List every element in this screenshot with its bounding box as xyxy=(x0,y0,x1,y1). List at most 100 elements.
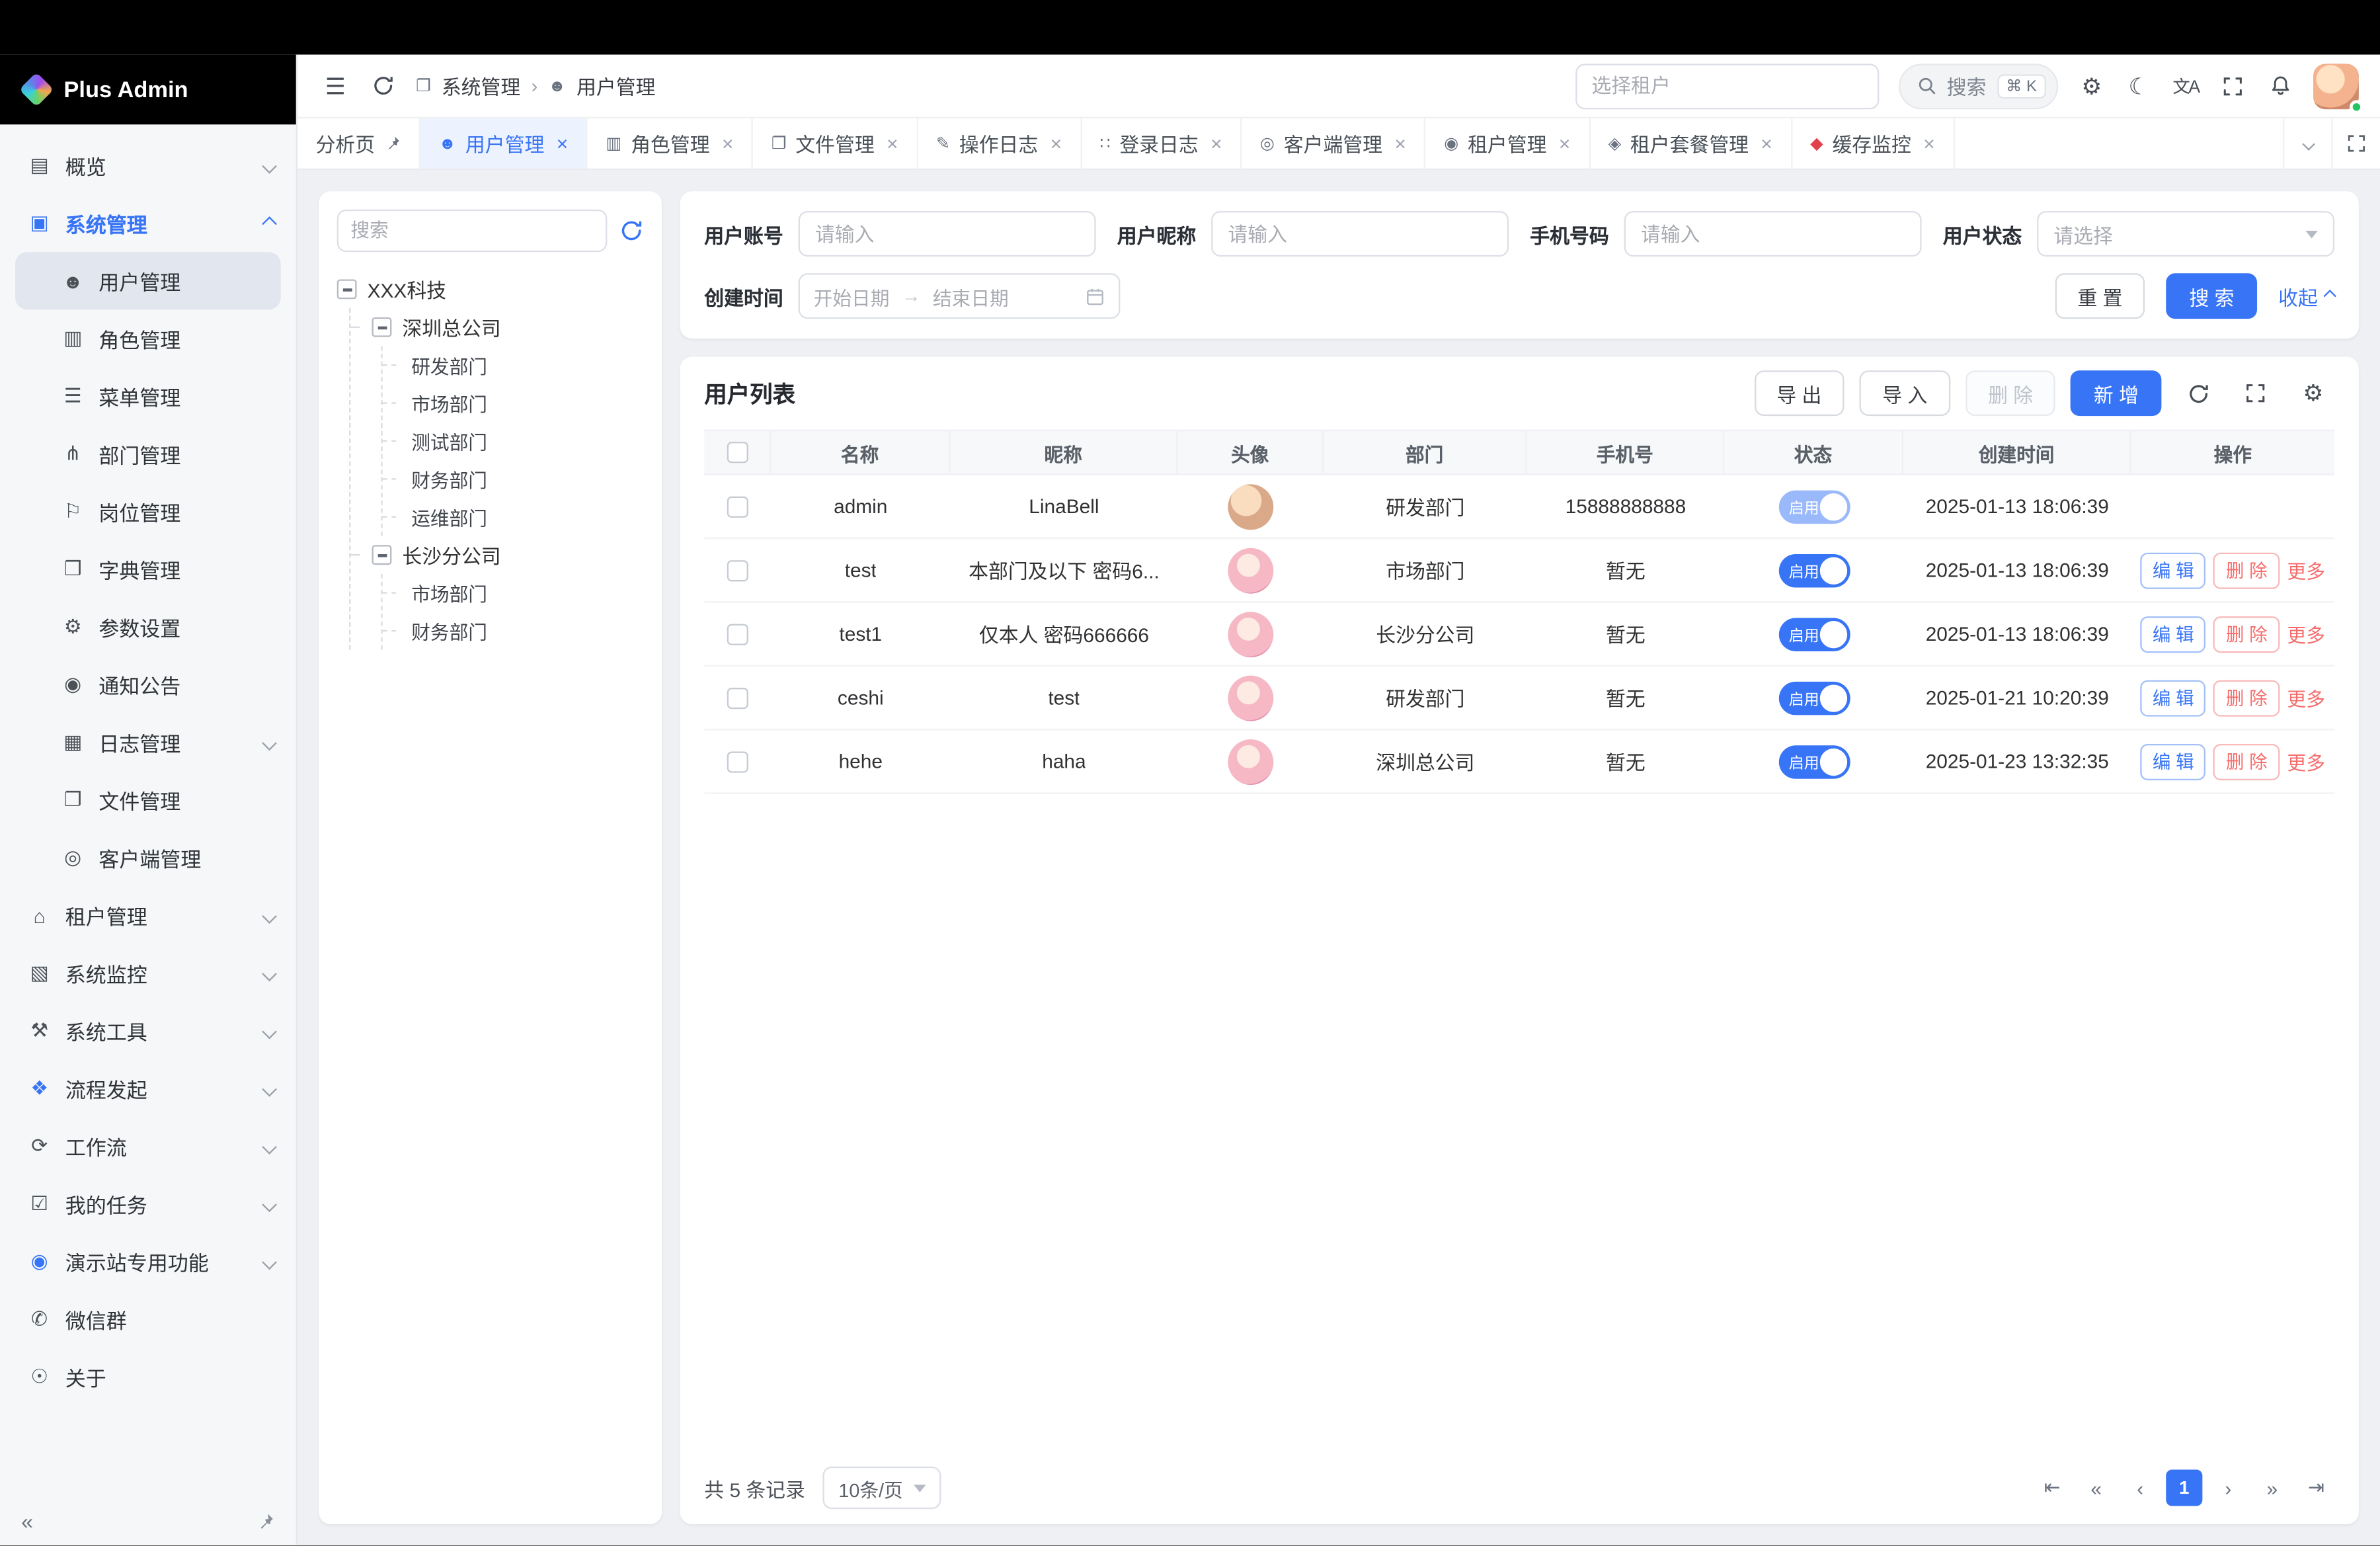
tree-node-dept[interactable]: 运维部门 xyxy=(401,498,643,536)
table-refresh-icon[interactable] xyxy=(2176,372,2219,415)
tab-role-mgmt[interactable]: ▥ 角色管理 × xyxy=(588,118,753,169)
global-search-button[interactable]: 搜索 ⌘ K xyxy=(1898,63,2058,108)
row-checkbox[interactable] xyxy=(727,496,748,517)
edit-button[interactable]: 编 辑 xyxy=(2141,616,2207,652)
tab-op-log[interactable]: ✎ 操作日志 × xyxy=(918,118,1082,169)
sidebar-item-log-mgmt[interactable]: ▦ 日志管理 xyxy=(0,713,296,771)
row-checkbox[interactable] xyxy=(727,623,748,644)
close-icon[interactable]: × xyxy=(887,132,898,155)
gear-icon[interactable]: ⚙ xyxy=(2078,72,2105,99)
delete-row-button[interactable]: 删 除 xyxy=(2214,552,2280,589)
tabs-fullscreen-button[interactable] xyxy=(2332,118,2380,169)
sidebar-item-dict-mgmt[interactable]: ❒ 字典管理 xyxy=(0,540,296,598)
close-icon[interactable]: × xyxy=(1761,132,1772,155)
sidebar-item-param-settings[interactable]: ⚙ 参数设置 xyxy=(0,598,296,656)
page-size-select[interactable]: 10条/页 xyxy=(823,1467,941,1510)
dark-mode-moon-icon[interactable]: ☾ xyxy=(2125,72,2152,99)
collapse-expander-icon[interactable] xyxy=(372,545,392,565)
search-button[interactable]: 搜 索 xyxy=(2166,273,2257,319)
row-checkbox[interactable] xyxy=(727,751,748,772)
close-icon[interactable]: × xyxy=(1394,132,1406,155)
sidebar-item-flow-start[interactable]: ❖ 流程发起 xyxy=(0,1060,296,1118)
column-settings-gear-icon[interactable]: ⚙ xyxy=(2292,372,2334,415)
sidebar-pin-icon[interactable] xyxy=(255,1512,275,1531)
collapse-filters-link[interactable]: 收起 xyxy=(2278,282,2334,311)
sidebar-item-client-mgmt[interactable]: ◎ 客户端管理 xyxy=(0,829,296,887)
tree-node-dept[interactable]: 财务部门 xyxy=(401,460,643,498)
tab-tenant-package[interactable]: ◈ 租户套餐管理 × xyxy=(1590,118,1792,169)
sidebar-item-role-mgmt[interactable]: ▥ 角色管理 xyxy=(0,309,296,367)
collapse-expander-icon[interactable] xyxy=(337,279,357,299)
status-toggle[interactable]: 启用 xyxy=(1778,489,1850,523)
sidebar-item-system-mgmt[interactable]: ▣ 系统管理 xyxy=(0,194,296,252)
tab-cache-monitor[interactable]: ◆ 缓存监控 × xyxy=(1792,118,1955,169)
pin-icon[interactable] xyxy=(384,135,401,151)
more-button[interactable]: 更多 xyxy=(2287,555,2325,585)
status-toggle[interactable]: 启用 xyxy=(1778,617,1850,651)
delete-row-button[interactable]: 删 除 xyxy=(2214,679,2280,715)
delete-button[interactable]: 删 除 xyxy=(1965,370,2056,416)
sidebar-item-dept-mgmt[interactable]: ⋔ 部门管理 xyxy=(0,425,296,483)
tenant-select-input[interactable] xyxy=(1575,63,1878,108)
add-button[interactable]: 新 增 xyxy=(2071,370,2161,416)
user-avatar[interactable] xyxy=(2313,63,2359,108)
close-icon[interactable]: × xyxy=(1210,132,1222,155)
export-button[interactable]: 导 出 xyxy=(1754,370,1844,416)
close-icon[interactable]: × xyxy=(1923,132,1934,155)
close-icon[interactable]: × xyxy=(1559,132,1570,155)
select-all-checkbox[interactable] xyxy=(727,442,748,463)
next-page-button[interactable]: › xyxy=(2210,1470,2246,1506)
sidebar-item-menu-mgmt[interactable]: ☰ 菜单管理 xyxy=(0,368,296,425)
prev-page-button[interactable]: ‹ xyxy=(2122,1470,2159,1506)
tab-analysis[interactable]: 分析页 xyxy=(298,118,420,169)
table-fullscreen-icon[interactable] xyxy=(2235,372,2277,415)
status-select[interactable]: 请选择 xyxy=(2037,211,2334,257)
refresh-icon[interactable] xyxy=(369,75,396,97)
row-checkbox[interactable] xyxy=(727,559,748,581)
sidebar-item-notice[interactable]: ◉ 通知公告 xyxy=(0,656,296,713)
close-icon[interactable]: × xyxy=(557,132,568,155)
status-toggle[interactable]: 启用 xyxy=(1778,681,1850,715)
more-button[interactable]: 更多 xyxy=(2287,620,2325,649)
delete-row-button[interactable]: 删 除 xyxy=(2214,743,2280,780)
status-toggle[interactable]: 启用 xyxy=(1778,745,1850,778)
collapse-expander-icon[interactable] xyxy=(372,317,392,337)
tree-node-company[interactable]: XXX科技 xyxy=(337,270,644,308)
edit-button[interactable]: 编 辑 xyxy=(2141,552,2207,589)
sidebar-item-workflow[interactable]: ⟳ 工作流 xyxy=(0,1118,296,1175)
breadcrumb-item-user[interactable]: 用户管理 xyxy=(576,71,655,101)
close-icon[interactable]: × xyxy=(1051,132,1062,155)
more-button[interactable]: 更多 xyxy=(2287,747,2325,776)
close-icon[interactable]: × xyxy=(722,132,733,155)
delete-row-button[interactable]: 删 除 xyxy=(2214,616,2280,652)
sidebar-item-overview[interactable]: ▤ 概览 xyxy=(0,137,296,194)
row-checkbox[interactable] xyxy=(727,687,748,708)
nickname-input[interactable] xyxy=(1211,211,1509,257)
tree-node-dept[interactable]: 市场部门 xyxy=(401,384,643,422)
tree-node-shenzhen-hq[interactable]: 深圳总公司 xyxy=(369,308,644,346)
sidebar-item-tenant-mgmt[interactable]: ⌂ 租户管理 xyxy=(0,887,296,944)
tree-refresh-icon[interactable] xyxy=(619,219,644,243)
first-page-button[interactable]: ⇤ xyxy=(2034,1470,2071,1506)
tab-client-mgmt[interactable]: ◎ 客户端管理 × xyxy=(1242,118,1425,169)
account-input[interactable] xyxy=(799,211,1096,257)
import-button[interactable]: 导 入 xyxy=(1860,370,1950,416)
fullscreen-icon[interactable] xyxy=(2219,75,2246,97)
page-number-button[interactable]: 1 xyxy=(2166,1470,2202,1506)
sidebar-item-system-tools[interactable]: ⚒ 系统工具 xyxy=(0,1002,296,1059)
date-range-picker[interactable]: 开始日期 → 结束日期 xyxy=(799,273,1121,319)
last-page-button[interactable]: ⇥ xyxy=(2298,1470,2334,1506)
bell-icon[interactable] xyxy=(2266,75,2293,97)
next-5-pages-button[interactable]: » xyxy=(2254,1470,2290,1506)
tab-tenant-mgmt[interactable]: ◉ 租户管理 × xyxy=(1426,118,1590,169)
sidebar-item-system-monitor[interactable]: ▧ 系统监控 xyxy=(0,944,296,1002)
sidebar-item-demo-features[interactable]: ◉ 演示站专用功能 xyxy=(0,1233,296,1290)
sidebar-item-wechat-group[interactable]: ✆ 微信群 xyxy=(0,1291,296,1348)
sidebar-item-file-mgmt[interactable]: ❐ 文件管理 xyxy=(0,771,296,829)
sidebar-collapse-icon[interactable]: « xyxy=(21,1510,33,1534)
tree-node-dept[interactable]: 财务部门 xyxy=(401,612,643,649)
more-button[interactable]: 更多 xyxy=(2287,683,2325,712)
reset-button[interactable]: 重 置 xyxy=(2055,273,2145,319)
sidebar-item-post-mgmt[interactable]: ⚐ 岗位管理 xyxy=(0,483,296,540)
breadcrumb-item-system[interactable]: 系统管理 xyxy=(442,71,520,101)
